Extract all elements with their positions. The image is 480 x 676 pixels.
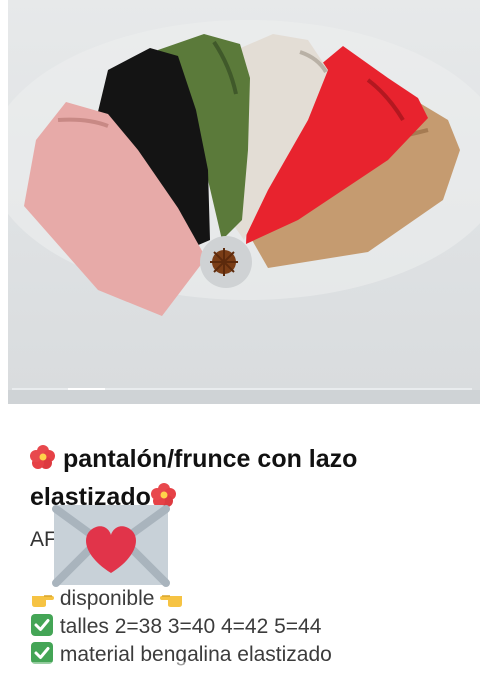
pointing-right-hand-icon [32,595,54,607]
availability-line: disponible [30,586,184,611]
check-box-icon [31,642,53,664]
post-title-line1: pantalón/frunce con lazo [62,445,358,473]
hibiscus-icon [30,445,55,469]
sizes-line: talles 2=38 3=40 4=42 5=44 [30,614,321,639]
carousel-progress-indicator [68,388,105,390]
pointing-left-hand-icon [160,595,183,607]
product-image-carousel[interactable] [8,0,480,404]
envelope-heart-icon [52,505,170,587]
sizes-text: talles 2=38 3=40 4=42 5=44 [59,615,322,638]
carousel-progress-track [12,388,472,390]
check-box-icon [31,614,53,636]
folded-pants-illustration [8,20,480,316]
product-photo[interactable] [8,0,480,390]
availability-text: disponible [59,587,155,610]
scroll-fade [0,662,480,676]
carousel-footer [8,390,480,404]
